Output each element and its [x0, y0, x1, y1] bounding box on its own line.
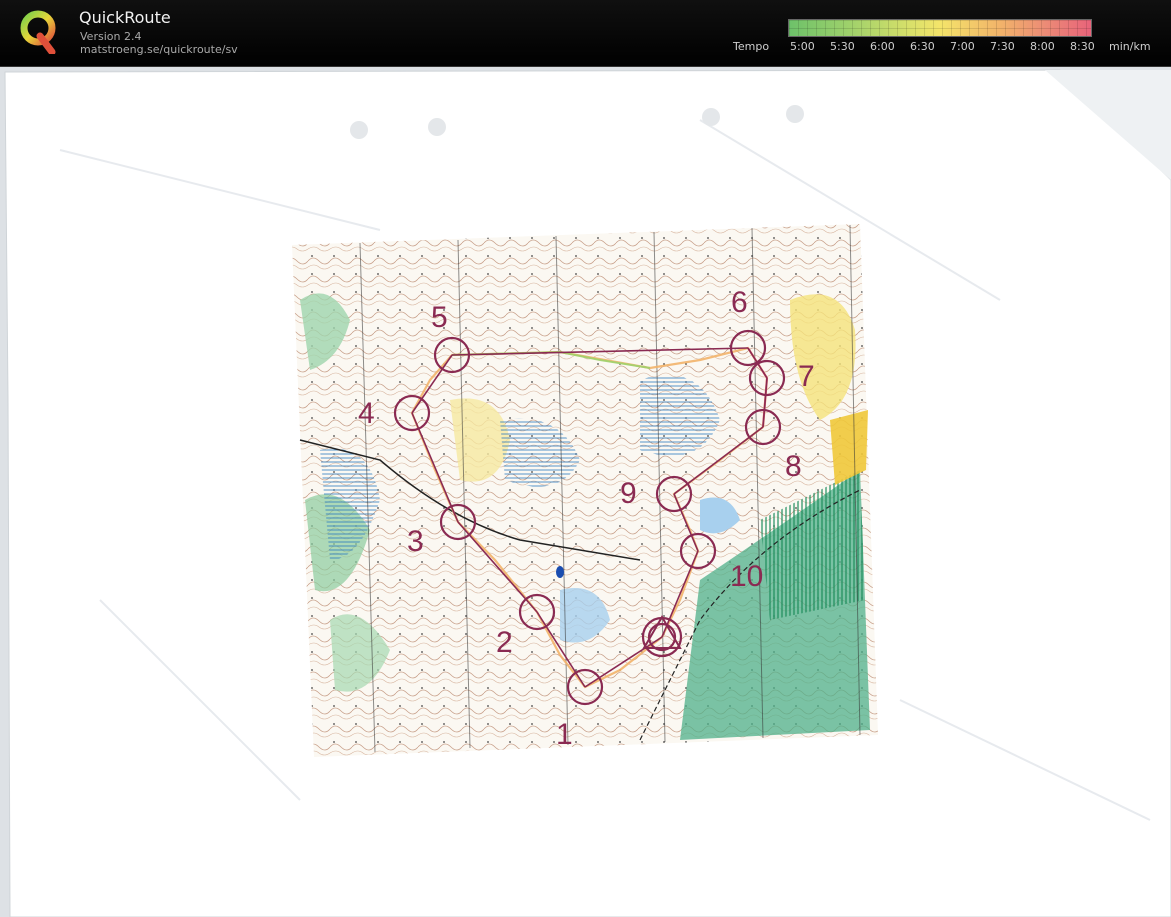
- tempo-tick: 5:00: [790, 40, 815, 53]
- control-number-10: 10: [730, 560, 763, 593]
- control-number-1: 1: [556, 718, 573, 751]
- tempo-tick: 7:00: [950, 40, 975, 53]
- control-number-5: 5: [431, 301, 448, 334]
- tempo-tick: 8:30: [1070, 40, 1095, 53]
- scanned-map[interactable]: 1 2 3 4 5 6 7 8 9 10: [0, 67, 1171, 917]
- map-viewport[interactable]: 1 2 3 4 5 6 7 8 9 10: [0, 67, 1171, 917]
- tempo-color-scale: [788, 19, 1092, 37]
- control-number-2: 2: [496, 626, 513, 659]
- punch-hole: [428, 118, 446, 136]
- control-number-6: 6: [731, 286, 748, 319]
- app-title: QuickRoute: [79, 8, 171, 27]
- map-marker: [556, 566, 564, 578]
- tempo-tick: 8:00: [1030, 40, 1055, 53]
- app-url[interactable]: matstroeng.se/quickroute/sv: [80, 43, 238, 56]
- punch-hole: [350, 121, 368, 139]
- tempo-tick: 6:00: [870, 40, 895, 53]
- control-number-4: 4: [358, 397, 375, 430]
- tempo-label: Tempo: [733, 40, 770, 53]
- punch-hole: [786, 105, 804, 123]
- control-number-7: 7: [798, 360, 815, 393]
- app-version: Version 2.4: [80, 30, 142, 43]
- tempo-tick: 6:30: [910, 40, 935, 53]
- control-number-8: 8: [785, 450, 802, 483]
- punch-hole: [702, 108, 720, 126]
- control-number-9: 9: [620, 477, 637, 510]
- quickroute-logo-icon: [20, 10, 56, 54]
- control-number-3: 3: [407, 525, 424, 558]
- tempo-tick: 7:30: [990, 40, 1015, 53]
- app-header: QuickRoute Version 2.4 matstroeng.se/qui…: [0, 0, 1171, 67]
- tempo-tick: 5:30: [830, 40, 855, 53]
- tempo-unit: min/km: [1109, 40, 1151, 53]
